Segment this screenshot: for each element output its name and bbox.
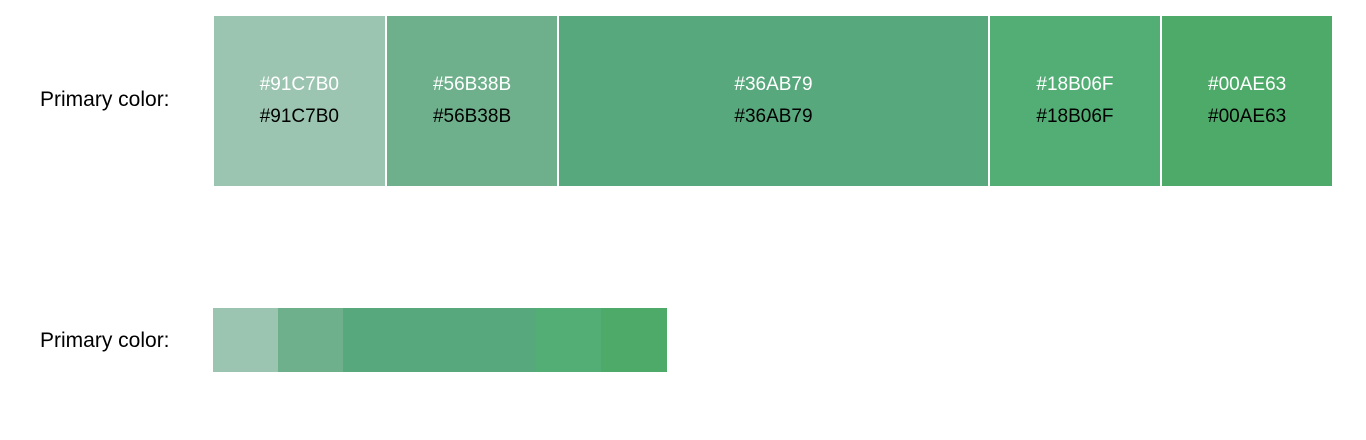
- swatch-hex-light: #56B38B: [432, 74, 512, 95]
- swatch-hex-light: #91C7B0: [259, 74, 339, 95]
- color-swatch-compact[interactable]: [278, 308, 343, 372]
- swatch-hex-dark: #91C7B0: [259, 106, 339, 127]
- color-swatch[interactable]: #91C7B0 #91C7B0: [214, 16, 385, 186]
- color-swatch-compact[interactable]: [601, 308, 667, 372]
- color-swatch-compact[interactable]: [213, 308, 278, 372]
- color-swatch[interactable]: #36AB79 #36AB79: [559, 16, 988, 186]
- primary-color-label: Primary color:: [40, 329, 170, 352]
- swatch-hex-dark: #00AE63: [1208, 106, 1287, 127]
- color-swatch-compact[interactable]: [343, 308, 536, 372]
- color-swatch-compact[interactable]: [536, 308, 601, 372]
- color-swatch[interactable]: #18B06F #18B06F: [989, 16, 1161, 186]
- swatch-hex-light: #18B06F: [1036, 74, 1114, 95]
- color-swatch[interactable]: #56B38B #56B38B: [386, 16, 558, 186]
- swatch-hex-dark: #56B38B: [432, 106, 512, 127]
- swatch-hex-light: #36AB79: [734, 74, 813, 95]
- swatch-hex-dark: #18B06F: [1036, 106, 1114, 127]
- primary-color-label: Primary color:: [40, 88, 170, 111]
- color-swatch[interactable]: #00AE63 #00AE63: [1162, 16, 1332, 186]
- swatch-hex-dark: #36AB79: [734, 106, 813, 127]
- primary-color-palette-compact: [213, 308, 667, 372]
- swatch-hex-light: #00AE63: [1208, 74, 1287, 95]
- primary-color-palette-expanded: #91C7B0 #91C7B0 #56B38B #56B38B #36AB79 …: [214, 16, 1332, 186]
